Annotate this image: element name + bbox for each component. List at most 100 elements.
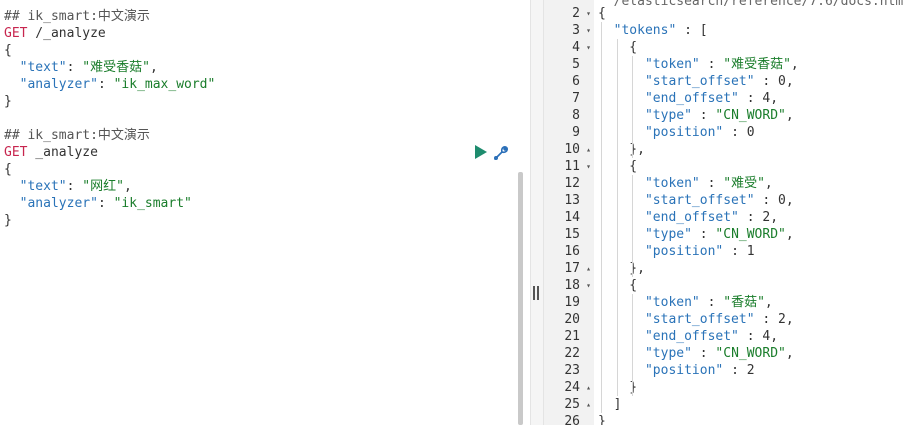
scrollbar[interactable] (518, 172, 523, 425)
response-line: "token" : "香菇", (644, 295, 773, 310)
line-number: 9 (572, 125, 580, 140)
http-method: GET (4, 145, 28, 160)
close-brace: } (4, 94, 12, 109)
play-triangle-icon[interactable] (474, 144, 488, 160)
response-line: "position" : 2 (644, 363, 755, 378)
response-viewer[interactable]: 2 ▾ 3 ▾ 4 ▾ 5 6 7 8 9 10 ▴ 11 ▾ 12 13 14 15 16 17 ▴ 18 ▾ 19 20 21 2… (544, 0, 906, 425)
comment-text: ## ik_smart:中文演示 (4, 9, 150, 24)
indent-guide (601, 22, 602, 413)
fold-collapse-icon[interactable]: ▾ (586, 5, 591, 22)
json-key: "token" (644, 295, 700, 310)
request-line: "text": "难受香菇", (19, 60, 158, 75)
request-line: } (4, 212, 215, 229)
json-key: "position" (644, 363, 724, 378)
line-number: 7 (572, 91, 580, 106)
fold-expand-icon[interactable]: ▴ (586, 260, 591, 277)
http-method: GET (4, 26, 28, 41)
response-line: "token" : "难受", (644, 176, 773, 191)
request-line: GET _analyze (4, 144, 215, 161)
fold-expand-icon[interactable]: ▴ (586, 396, 591, 413)
request-line: } (4, 93, 215, 110)
request-line: GET /_analyze (4, 25, 215, 42)
response-line: "type" : "CN_WORD", (644, 346, 794, 361)
line-number: 15 (564, 227, 580, 242)
json-string: "ik_max_word" (113, 77, 216, 92)
json-number: 0 (746, 125, 755, 140)
request-line: { (4, 42, 215, 59)
line-number: 10 ▴ (564, 141, 591, 158)
response-line: "start_offset" : 0, (644, 193, 794, 208)
response-line: "type" : "CN_WORD", (644, 227, 794, 242)
json-string: "ik_smart" (113, 196, 192, 211)
line-number: 25 ▴ (564, 396, 591, 413)
json-number: 0 (778, 193, 786, 208)
indent-guide (616, 39, 618, 396)
line-number: 3 ▾ (572, 22, 591, 39)
json-key: "token" (644, 176, 700, 191)
fold-expand-icon[interactable]: ▴ (586, 379, 591, 396)
fold-collapse-icon[interactable]: ▾ (586, 158, 591, 175)
json-key: "type" (644, 108, 692, 123)
comment-text: ## ik_smart:中文演示 (4, 128, 150, 143)
fold-expand-icon[interactable]: ▴ (586, 141, 591, 158)
request-line: ## ik_smart:中文演示 (4, 8, 215, 25)
json-string: "网红" (82, 179, 124, 194)
indent-guide (632, 294, 634, 396)
response-line: "end_offset" : 2, (644, 210, 779, 225)
response-line: "position" : 1 (644, 244, 755, 259)
line-number: 23 (564, 363, 580, 378)
json-string: "难受香菇" (723, 57, 791, 72)
response-line: "end_offset" : 4, (644, 329, 779, 344)
json-number: 4 (762, 329, 771, 344)
json-number: 1 (746, 244, 755, 259)
json-key: "text" (19, 179, 67, 194)
json-string: "CN_WORD" (715, 108, 786, 123)
json-key: "analyzer" (19, 196, 98, 211)
resize-handle-icon[interactable] (533, 286, 541, 300)
fold-collapse-icon[interactable]: ▾ (586, 22, 591, 39)
json-key: "end_offset" (644, 91, 739, 106)
response-line: "start_offset" : 0, (644, 74, 794, 89)
request-path: _analyze (27, 145, 98, 160)
json-number: 2 (746, 363, 755, 378)
line-number: 2 ▾ (572, 5, 591, 22)
response-line: "end_offset" : 4, (644, 91, 779, 106)
json-key: "text" (19, 60, 67, 75)
indent-guide (632, 175, 634, 277)
request-line: ## ik_smart:中文演示 (4, 127, 215, 144)
json-number: 2 (778, 312, 786, 327)
wrench-icon[interactable] (492, 144, 510, 162)
truncated-line: /elasticsearch/reference/7.6/docs.html (598, 0, 906, 9)
json-key: "type" (644, 227, 692, 242)
close-brace: } (4, 213, 12, 228)
json-string: "CN_WORD" (715, 227, 786, 242)
response-line: { (598, 6, 606, 21)
response-line: "start_offset" : 2, (644, 312, 794, 327)
request-editor[interactable]: ## ik_smart:中文演示 GET /_analyze { "text":… (0, 0, 530, 425)
line-number: 5 (572, 57, 580, 72)
line-number-gutter: 2 ▾ 3 ▾ 4 ▾ 5 6 7 8 9 10 ▴ 11 ▾ 12 13 14 15 16 17 ▴ 18 ▾ 19 20 21 2… (544, 0, 594, 425)
line-number: 8 (572, 108, 580, 123)
response-line: "type" : "CN_WORD", (644, 108, 794, 123)
fold-collapse-icon[interactable]: ▾ (586, 39, 591, 56)
json-key: "token" (644, 57, 700, 72)
json-key: "position" (644, 244, 724, 259)
fold-collapse-icon[interactable]: ▾ (586, 277, 591, 294)
line-number: 11 ▾ (564, 158, 591, 175)
json-key: "end_offset" (644, 329, 739, 344)
line-number: 21 (564, 329, 580, 344)
response-line: "tokens" : [ (613, 23, 708, 38)
pane-divider[interactable] (530, 0, 544, 425)
json-string: "CN_WORD" (715, 346, 786, 361)
line-number: 26 (564, 414, 580, 425)
request-path: /_analyze (27, 26, 106, 41)
response-line: }, (598, 261, 645, 276)
response-line: "token" : "难受香菇", (644, 57, 799, 72)
response-line: "position" : 0 (644, 125, 755, 140)
line-number: 6 (572, 74, 580, 89)
line-number: 13 (564, 193, 580, 208)
open-brace: { (4, 162, 12, 177)
json-key: "type" (644, 346, 692, 361)
line-number: 19 (564, 295, 580, 310)
